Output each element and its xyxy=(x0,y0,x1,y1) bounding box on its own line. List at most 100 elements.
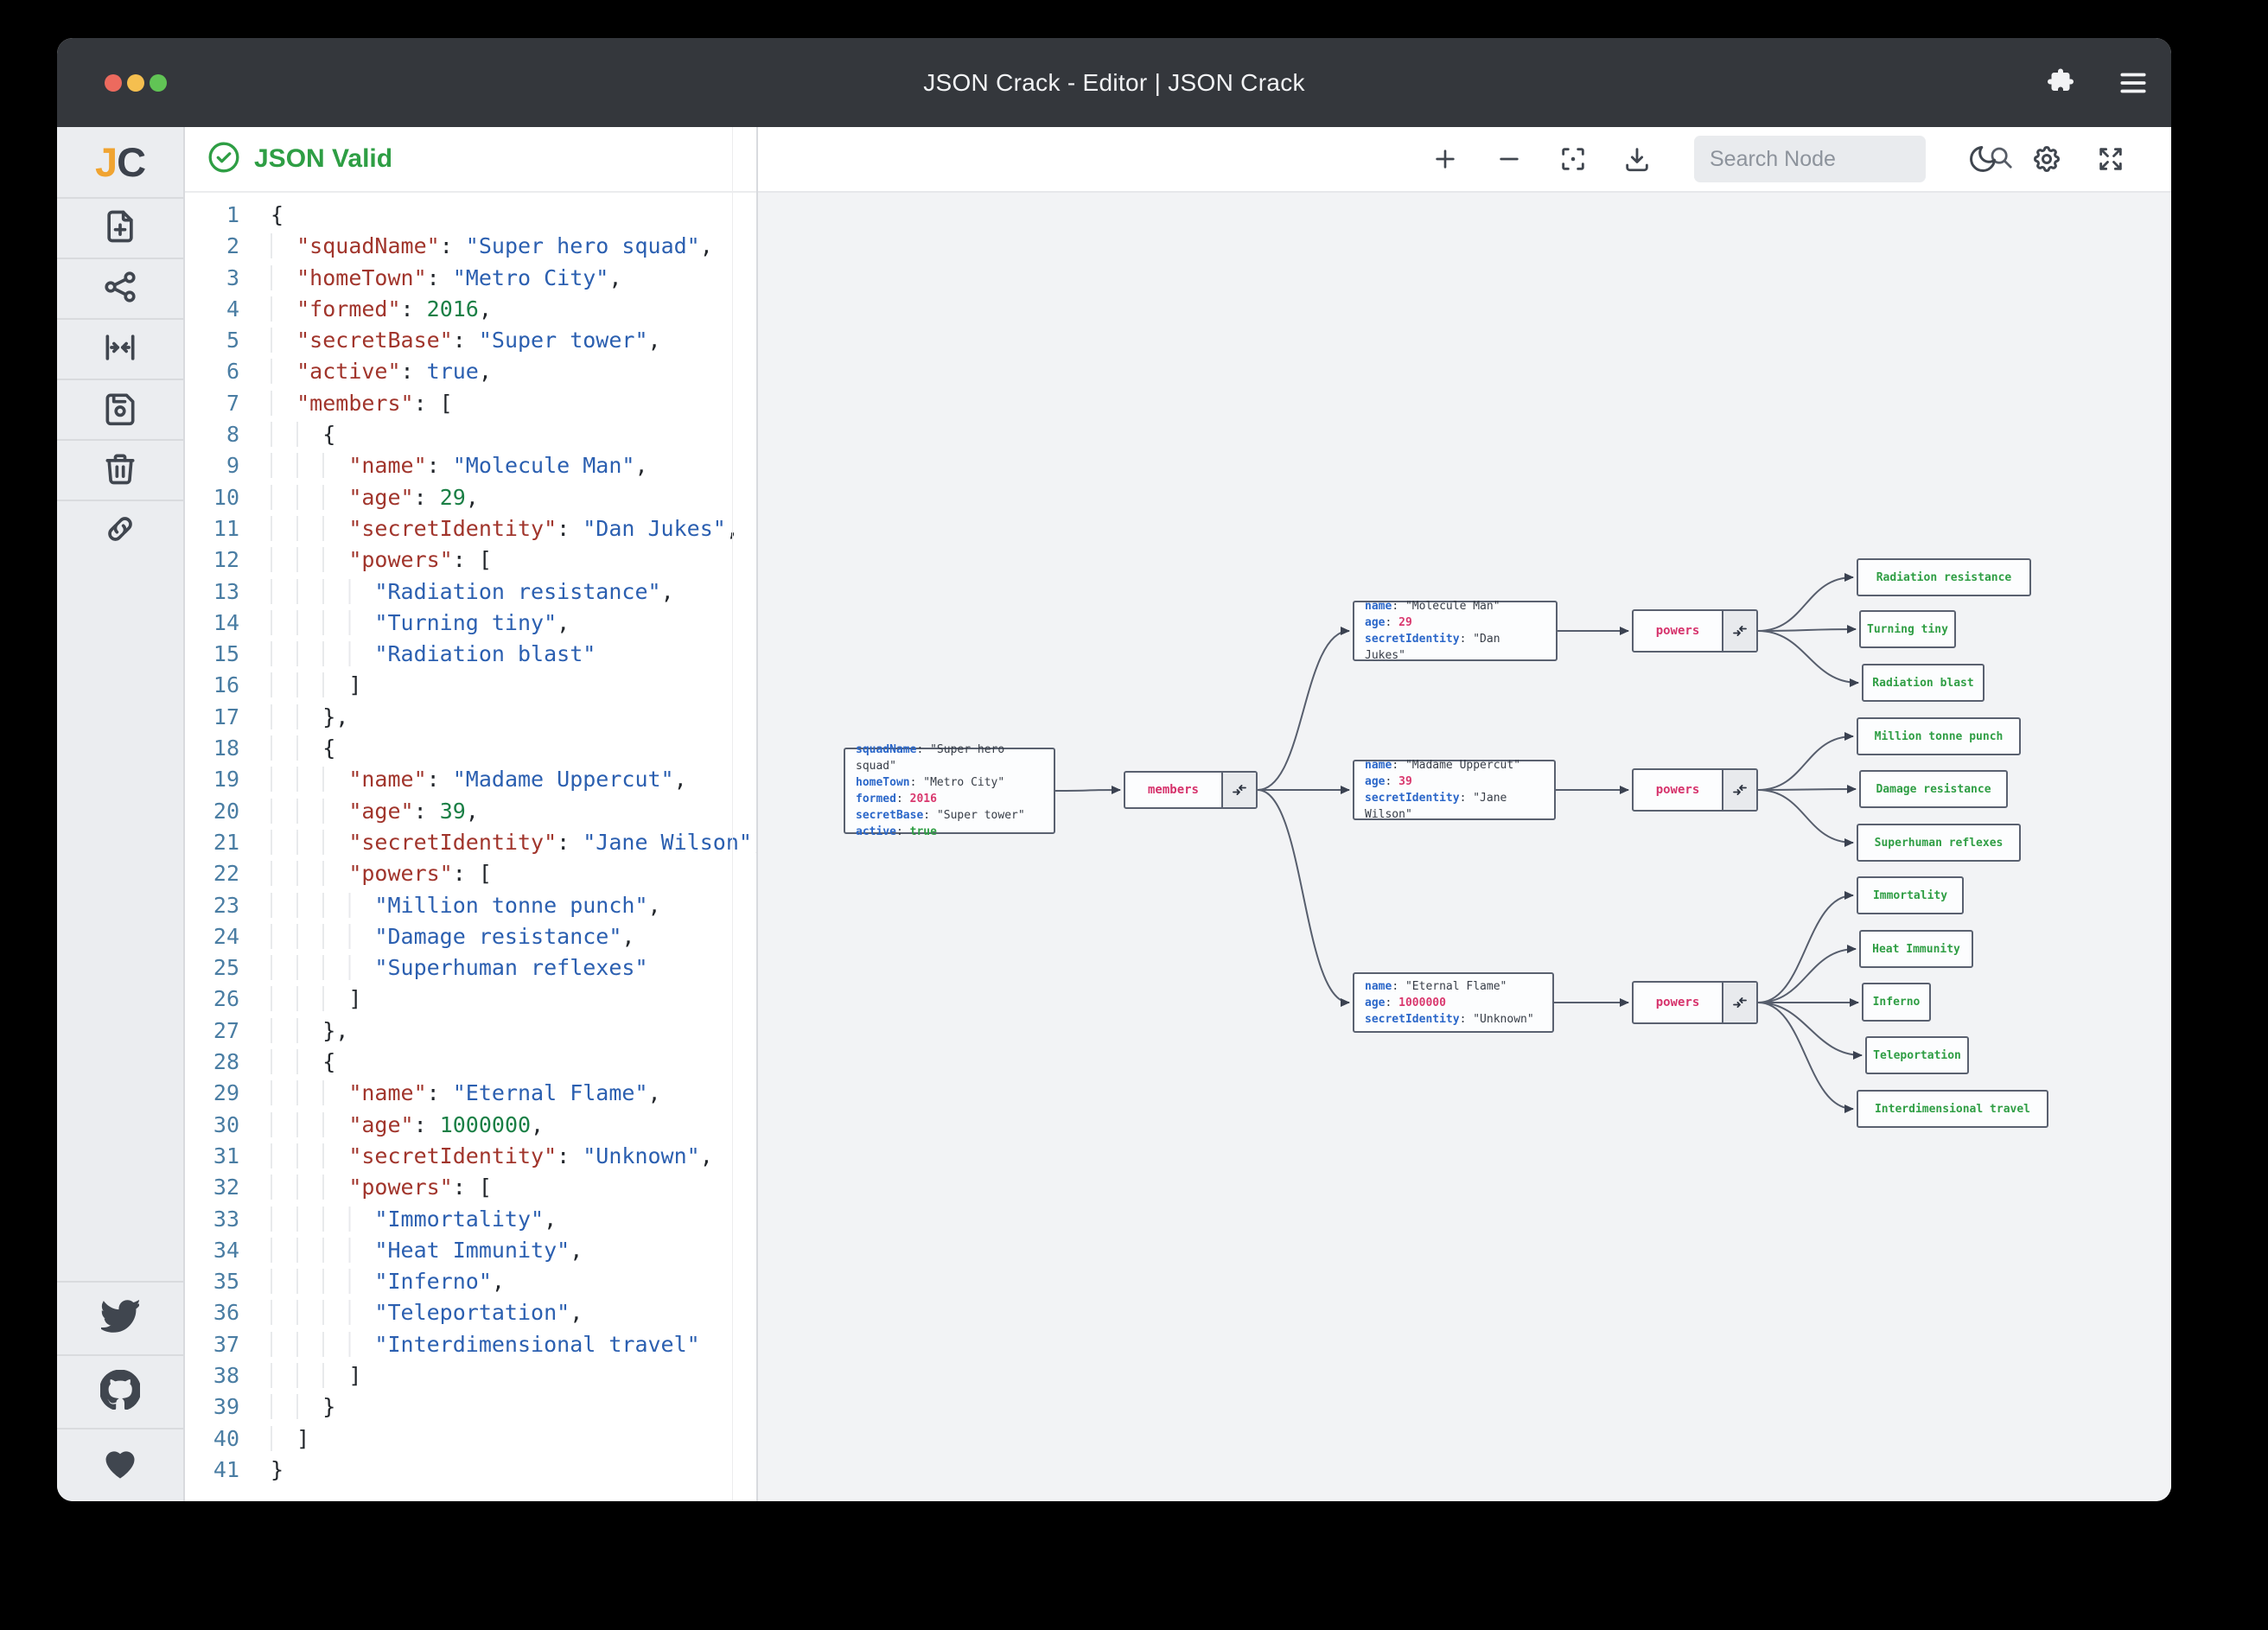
dark-mode-button[interactable] xyxy=(1964,140,2002,178)
file-plus-icon xyxy=(101,207,139,250)
code-line: 37 "Interdimensional travel" xyxy=(185,1329,756,1360)
trash-icon xyxy=(101,449,139,492)
link-icon xyxy=(101,510,139,552)
graph-canvas[interactable]: squadName: "Super hero squad"homeTown: "… xyxy=(758,193,2171,1501)
code-line: 2 "squadName": "Super hero squad", xyxy=(185,231,756,262)
sidebar-item-delete[interactable] xyxy=(57,439,183,500)
code-line: 6 "active": true, xyxy=(185,356,756,387)
editor-scrollbar[interactable] xyxy=(732,127,756,1501)
code-line: 36 "Teleportation", xyxy=(185,1297,756,1328)
graph-node-members[interactable]: members xyxy=(1124,771,1258,809)
graph-node-leaf-3c[interactable]: Inferno xyxy=(1862,983,1931,1022)
graph-node-member-3[interactable]: name: "Eternal Flame"age: 1000000secretI… xyxy=(1353,972,1554,1033)
sidebar-item-share-link[interactable] xyxy=(57,500,183,560)
code-line: 1{ xyxy=(185,200,756,231)
code-line: 23 "Million tonne punch", xyxy=(185,890,756,921)
code-line: 20 "age": 39, xyxy=(185,796,756,827)
code-line: 10 "age": 29, xyxy=(185,482,756,513)
graph-node-leaf-2b[interactable]: Damage resistance xyxy=(1859,770,2008,808)
search-node-input[interactable] xyxy=(1710,147,1988,172)
sidebar-item-github[interactable] xyxy=(57,1354,183,1428)
zoom-in-button[interactable] xyxy=(1426,140,1464,178)
zoom-out-button[interactable] xyxy=(1490,140,1528,178)
code-line: 12 "powers": [ xyxy=(185,544,756,576)
minimize-button[interactable] xyxy=(127,74,144,92)
code-line: 28 { xyxy=(185,1047,756,1078)
code-line: 26 ] xyxy=(185,984,756,1015)
collapse-node-button[interactable] xyxy=(1722,983,1756,1022)
graph-node-leaf-2c[interactable]: Superhuman reflexes xyxy=(1857,824,2021,862)
code-line: 14 "Turning tiny", xyxy=(185,608,756,639)
graph-node-member-2[interactable]: name: "Madame Uppercut"age: 39secretIden… xyxy=(1353,760,1556,820)
sidebar-item-center-view[interactable] xyxy=(57,318,183,379)
code-line: 8 { xyxy=(185,419,756,450)
focus-view-button[interactable] xyxy=(1554,140,1592,178)
graph-node-leaf-3a[interactable]: Immortality xyxy=(1857,876,1964,914)
code-line: 11 "secretIdentity": "Dan Jukes", xyxy=(185,513,756,544)
sidebar-item-save[interactable] xyxy=(57,379,183,439)
code-line: 41} xyxy=(185,1455,756,1486)
settings-button[interactable] xyxy=(2028,140,2066,178)
array-node-label: members xyxy=(1125,773,1221,807)
code-line: 4 "formed": 2016, xyxy=(185,294,756,325)
graph-node-powers-3[interactable]: powers xyxy=(1632,981,1758,1024)
code-line: 34 "Heat Immunity", xyxy=(185,1235,756,1266)
extension-puzzle-icon[interactable] xyxy=(2043,66,2078,100)
code-line: 40 ] xyxy=(185,1423,756,1455)
download-image-button[interactable] xyxy=(1618,140,1656,178)
graph-node-member-1[interactable]: name: "Molecule Man"age: 29secretIdentit… xyxy=(1353,601,1558,661)
collapse-node-button[interactable] xyxy=(1221,773,1256,807)
code-line: 32 "powers": [ xyxy=(185,1172,756,1203)
code-line: 15 "Radiation blast" xyxy=(185,639,756,670)
sidebar-item-new-document[interactable] xyxy=(57,197,183,258)
collapse-horizontal-icon xyxy=(101,328,139,371)
code-line: 35 "Inferno", xyxy=(185,1266,756,1297)
zoom-button[interactable] xyxy=(150,74,167,92)
graph-node-leaf-1a[interactable]: Radiation resistance xyxy=(1857,558,2031,596)
close-button[interactable] xyxy=(105,74,122,92)
graph-toolbar xyxy=(758,127,2171,193)
search-node-box[interactable] xyxy=(1694,136,1926,182)
graph-node-leaf-3d[interactable]: Teleportation xyxy=(1865,1036,1969,1074)
code-line: 17 }, xyxy=(185,702,756,733)
code-line: 21 "secretIdentity": "Jane Wilson", xyxy=(185,827,756,858)
array-node-label: powers xyxy=(1634,770,1722,810)
sidebar-item-graph-view[interactable] xyxy=(57,258,183,318)
valid-check-icon xyxy=(207,140,241,179)
json-code-editor[interactable]: 1{2 "squadName": "Super hero squad",3 "h… xyxy=(185,193,756,1501)
code-line: 31 "secretIdentity": "Unknown", xyxy=(185,1141,756,1172)
sidebar-item-twitter[interactable] xyxy=(57,1281,183,1354)
app-window: JSON Crack - Editor | JSON Crack JC JSON… xyxy=(57,38,2171,1501)
graph-node-leaf-3e[interactable]: Interdimensional travel xyxy=(1857,1090,2048,1128)
code-line: 24 "Damage resistance", xyxy=(185,921,756,952)
array-node-label: powers xyxy=(1634,983,1722,1022)
app-logo[interactable]: JC xyxy=(57,127,183,197)
graph-node-leaf-1b[interactable]: Turning tiny xyxy=(1859,610,1956,648)
collapse-node-button[interactable] xyxy=(1722,611,1756,651)
graph-node-powers-2[interactable]: powers xyxy=(1632,768,1758,812)
editor-header: JSON Valid xyxy=(185,127,756,193)
code-line: 38 ] xyxy=(185,1360,756,1391)
sidebar-item-sponsor[interactable] xyxy=(57,1428,183,1501)
traffic-lights xyxy=(105,38,167,127)
code-line: 16 ] xyxy=(185,670,756,701)
share-icon xyxy=(101,268,139,310)
graph-node-root[interactable]: squadName: "Super hero squad"homeTown: "… xyxy=(844,748,1055,834)
array-node-label: powers xyxy=(1634,611,1722,651)
heart-icon xyxy=(101,1444,139,1487)
collapse-node-button[interactable] xyxy=(1722,770,1756,810)
code-line: 25 "Superhuman reflexes" xyxy=(185,952,756,984)
graph-node-powers-1[interactable]: powers xyxy=(1632,609,1758,653)
graph-node-leaf-2a[interactable]: Million tonne punch xyxy=(1857,717,2021,755)
graph-node-leaf-3b[interactable]: Heat Immunity xyxy=(1859,930,1973,968)
graph-panel: squadName: "Super hero squad"homeTown: "… xyxy=(758,127,2171,1501)
menu-icon[interactable] xyxy=(2116,66,2150,100)
code-line: 27 }, xyxy=(185,1016,756,1047)
graph-node-leaf-1c[interactable]: Radiation blast xyxy=(1862,664,1984,702)
code-line: 3 "homeTown": "Metro City", xyxy=(185,263,756,294)
code-line: 19 "name": "Madame Uppercut", xyxy=(185,764,756,795)
window-title: JSON Crack - Editor | JSON Crack xyxy=(923,69,1305,97)
fullscreen-button[interactable] xyxy=(2092,140,2130,178)
code-line: 7 "members": [ xyxy=(185,388,756,419)
code-line: 29 "name": "Eternal Flame", xyxy=(185,1078,756,1109)
